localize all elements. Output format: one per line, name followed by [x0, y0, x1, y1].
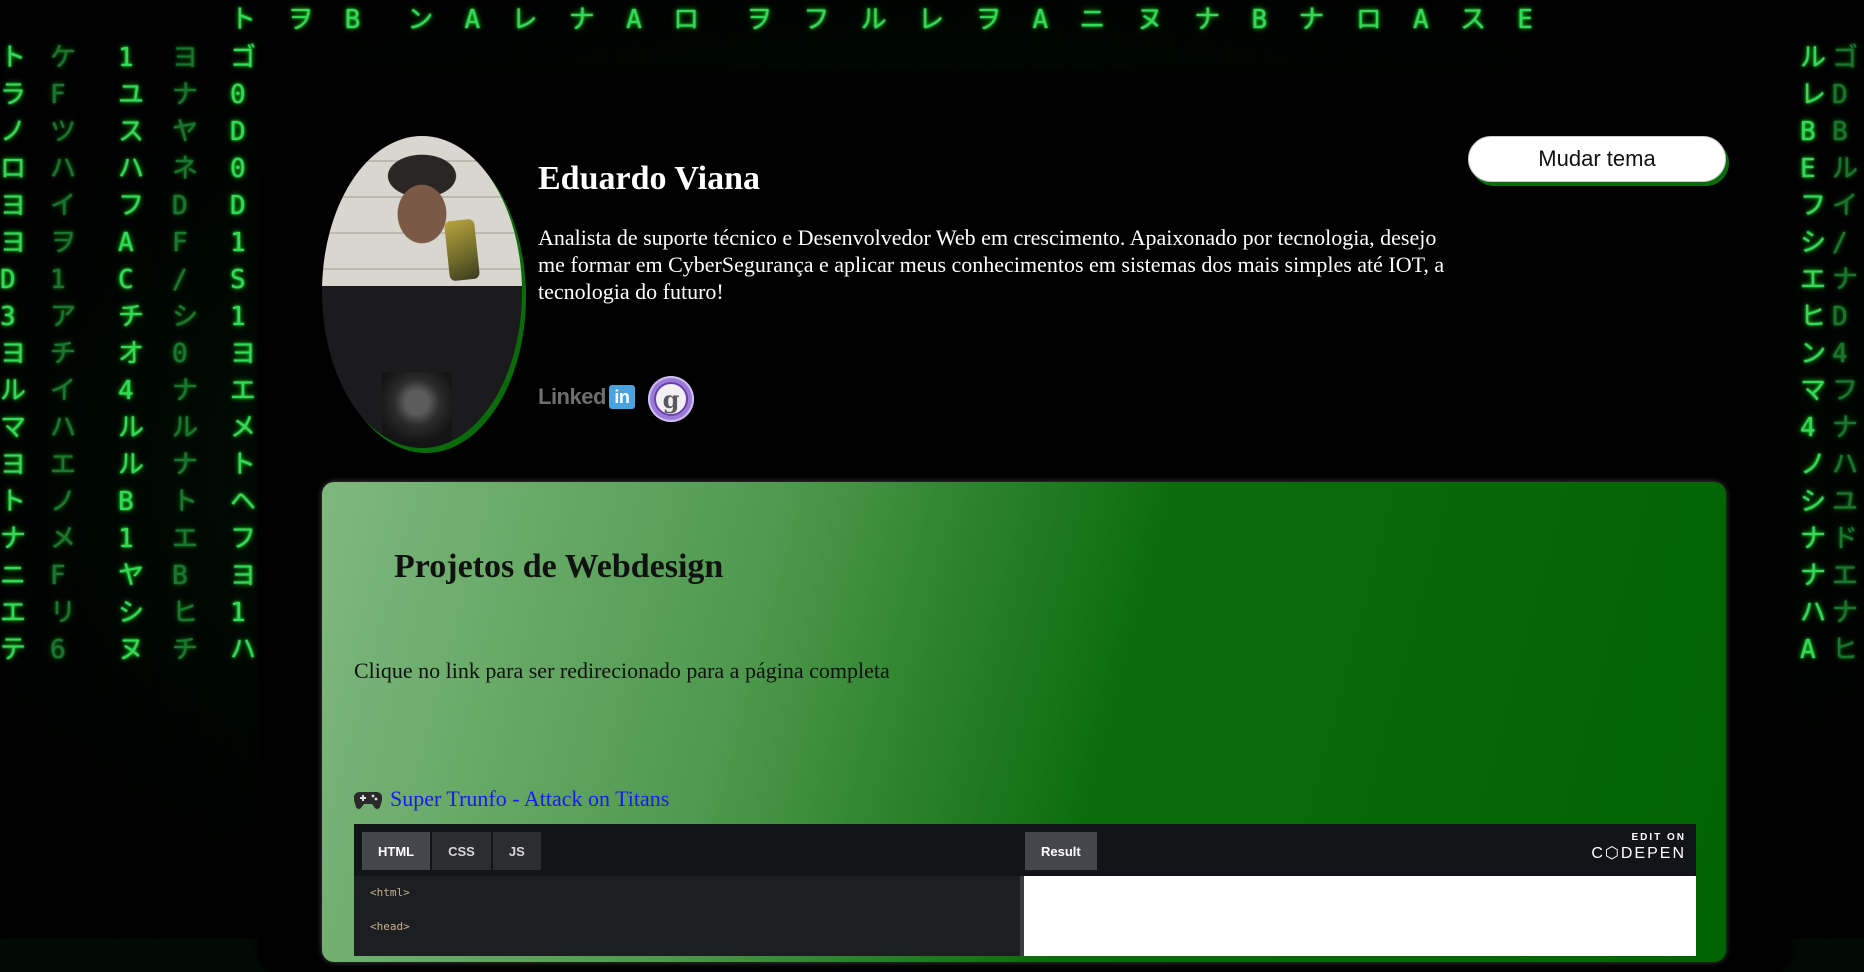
code-editor[interactable]: <html> <head> [354, 876, 1024, 956]
github-avatar-link[interactable]: g [648, 376, 694, 422]
shirt-print-shape [382, 372, 452, 448]
profile-bio: Analista de suporte técnico e Desenvolve… [538, 225, 1445, 304]
projects-subtitle: Clique no link para ser redirecionado pa… [354, 658, 890, 683]
matrix-column: 1 ユ ス ハ フ A C チ オ 4 ル ル B 1 ヤ シ ヌ [118, 43, 145, 665]
matrix-column: ト ラ ノ ロ ヨ ヨ D 3 ヨ ル マ ヨ ト ナ ニ エ テ [0, 43, 27, 665]
phone-shape [443, 218, 481, 282]
tab-result[interactable]: Result [1025, 832, 1097, 870]
change-theme-button[interactable]: Mudar tema [1468, 136, 1726, 182]
matrix-column: ケ F ツ ハ イ ヲ 1 ア チ イ ハ エ ノ メ F リ 6 [50, 43, 77, 665]
codepen-logo: C⬡DEPEN [1591, 845, 1686, 862]
projects-title: Projetos de Webdesign [394, 548, 724, 585]
matrix-top-row: ト ヲ B ン A レ ナ A ロ ヲ フ ル レ ヲ A ニ ヌ ナ B ナ … [230, 5, 1533, 35]
linkedin-link[interactable]: Linked in [538, 384, 635, 410]
gamepad-icon [354, 791, 382, 809]
matrix-column: ヨ ナ ヤ ネ D F / シ 0 ナ ル ナ ト エ B ヒ チ [172, 43, 199, 665]
tab-html[interactable]: HTML [362, 832, 431, 870]
code-line: <html> [370, 886, 410, 899]
matrix-column: ル レ B E フ シ エ ヒ ン マ 4 ノ シ ナ ナ ハ A [1800, 43, 1827, 665]
profile-name: Eduardo Viana [538, 160, 761, 197]
profile-photo [322, 136, 522, 448]
project-link-super-trunfo[interactable]: Super Trunfo - Attack on Titans [390, 786, 669, 812]
linkedin-text: Linked [538, 384, 606, 409]
project-item: Super Trunfo - Attack on Titans [354, 786, 669, 812]
edit-on-label: EDIT ON [1631, 832, 1686, 843]
matrix-column: ゴ 0 D 0 D 1 S 1 ヨ エ メ ト ヘ フ ヨ 1 ハ [230, 43, 257, 665]
github-avatar-icon: g [654, 382, 688, 416]
codepen-embed: HTML CSS JS Result EDIT ON C⬡DEPEN <html… [354, 824, 1696, 956]
matrix-column: ゴ D B ル イ / ナ D 4 フ ナ ハ ユ ド エ ナ ヒ [1832, 43, 1859, 665]
tab-css[interactable]: CSS [432, 832, 491, 870]
result-pane [1024, 876, 1696, 956]
codepen-tabs: HTML CSS JS [362, 832, 541, 870]
edit-on-codepen-link[interactable]: EDIT ON C⬡DEPEN [1591, 832, 1686, 863]
tab-js[interactable]: JS [492, 832, 541, 870]
linkedin-icon: in [608, 385, 635, 409]
code-line: <head> [370, 920, 410, 933]
